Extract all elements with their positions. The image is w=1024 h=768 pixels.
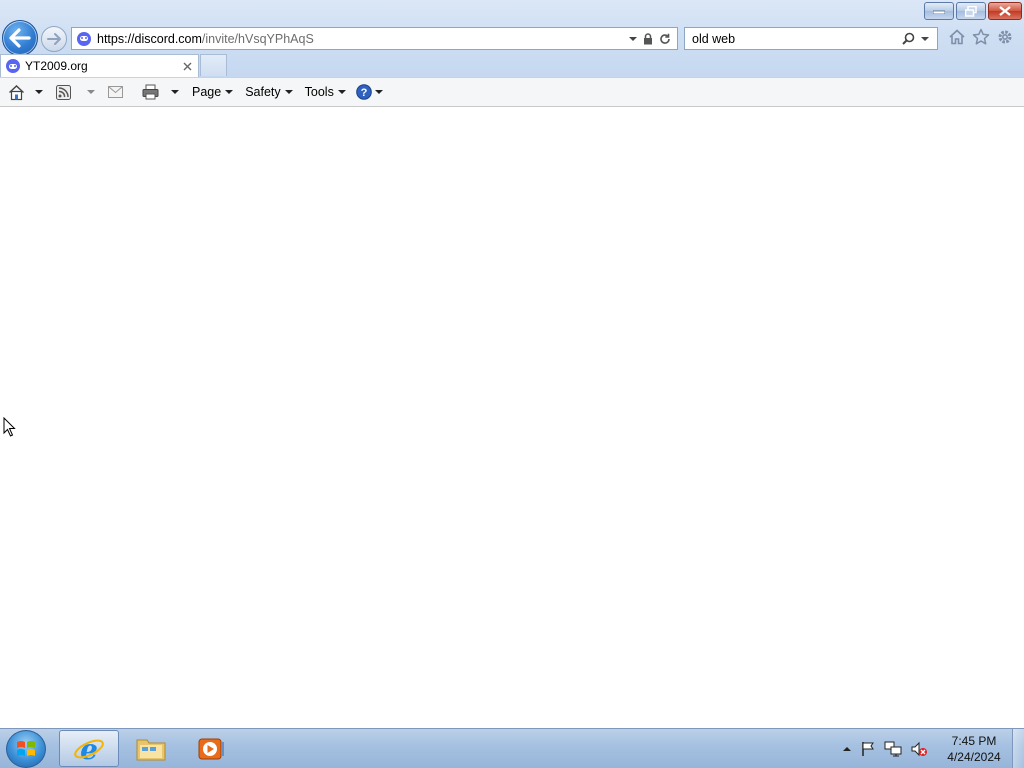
safety-menu[interactable]: Safety [245, 81, 293, 103]
network-icon[interactable] [884, 741, 902, 757]
restore-icon [965, 5, 977, 17]
print-dropdown-icon[interactable] [171, 90, 179, 94]
page-menu-label: Page [192, 85, 222, 99]
system-tray [842, 729, 928, 768]
action-center-flag-icon[interactable] [860, 741, 876, 757]
taskbar-internet-explorer[interactable]: e [59, 730, 119, 767]
feeds-dropdown-icon[interactable] [87, 90, 95, 94]
search-input[interactable] [692, 31, 902, 46]
back-button[interactable] [2, 20, 38, 56]
page-dropdown-icon [225, 90, 234, 94]
start-button[interactable] [6, 730, 46, 768]
search-box[interactable] [684, 27, 938, 50]
window-caption-buttons [924, 2, 1022, 20]
browser-chrome: https://discord.com/invite/hVsqYPhAqS ol… [0, 0, 1024, 77]
svg-text:e: e [80, 734, 98, 764]
home-command[interactable] [8, 81, 43, 103]
minimize-button[interactable] [924, 2, 954, 20]
taskbar-media-player[interactable] [181, 730, 241, 767]
close-window-button[interactable] [988, 2, 1022, 20]
favorites-star-icon[interactable] [972, 28, 990, 46]
close-icon [999, 6, 1011, 16]
discord-site-icon [77, 31, 91, 46]
help-dropdown-icon [374, 90, 383, 94]
address-host: https://discord.com [97, 31, 202, 46]
taskbar: e 7:45 PM 4/24/2024 [0, 728, 1024, 768]
read-mail-command[interactable] [108, 81, 123, 103]
media-player-icon [198, 738, 224, 759]
rss-feed-icon [56, 84, 71, 100]
settings-gear-icon[interactable] [996, 28, 1014, 46]
home-icon[interactable] [948, 28, 966, 46]
safety-menu-label: Safety [245, 85, 281, 99]
restore-button[interactable] [956, 2, 986, 20]
help-icon: ? [356, 84, 372, 100]
show-hidden-icons-icon[interactable] [842, 744, 852, 754]
address-url[interactable]: https://discord.com/invite/hVsqYPhAqS [97, 32, 629, 46]
feeds-command[interactable] [56, 81, 95, 103]
tab-title: YT2009.org [25, 59, 88, 73]
svg-text:?: ? [360, 87, 367, 99]
forward-button[interactable] [41, 26, 67, 52]
home-dropdown-icon[interactable] [35, 90, 43, 94]
internet-explorer-icon: e [74, 734, 104, 764]
page-menu[interactable]: Page [192, 81, 234, 103]
address-dropdown-icon[interactable] [629, 36, 637, 41]
printer-icon [142, 84, 159, 100]
mail-icon [108, 86, 123, 98]
back-arrow-icon [9, 28, 31, 48]
windows-logo-icon [17, 741, 35, 756]
new-tab-button[interactable] [200, 54, 227, 76]
safety-dropdown-icon [284, 90, 293, 94]
address-path: /invite/hVsqYPhAqS [201, 31, 314, 46]
taskbar-clock[interactable]: 7:45 PM 4/24/2024 [940, 733, 1008, 765]
tab-discord-icon [6, 59, 20, 73]
show-desktop-button[interactable] [1012, 729, 1024, 768]
folder-icon [136, 739, 166, 760]
mouse-cursor-icon [3, 417, 16, 437]
search-dropdown-icon[interactable] [921, 36, 929, 41]
close-tab-icon [183, 62, 191, 70]
taskbar-file-explorer[interactable] [121, 730, 181, 767]
forward-arrow-icon [47, 33, 61, 45]
address-bar[interactable]: https://discord.com/invite/hVsqYPhAqS [71, 27, 678, 50]
help-menu[interactable]: ? [356, 81, 383, 103]
page-content[interactable] [0, 107, 1024, 728]
tools-menu[interactable]: Tools [305, 81, 346, 103]
clock-date: 4/24/2024 [947, 750, 1001, 764]
tab-yt2009[interactable]: YT2009.org [0, 54, 199, 77]
browser-right-icons [948, 28, 1014, 46]
print-command[interactable] [142, 81, 179, 103]
search-icon[interactable] [902, 32, 915, 45]
tools-dropdown-icon [337, 90, 346, 94]
tools-menu-label: Tools [304, 85, 334, 99]
lock-icon[interactable] [643, 32, 653, 45]
tab-close-button[interactable] [180, 59, 194, 73]
volume-muted-icon[interactable] [910, 741, 928, 757]
command-bar: Page Safety Tools ? [0, 77, 1024, 107]
minimize-icon [933, 10, 945, 14]
home-icon [9, 84, 24, 100]
clock-time: 7:45 PM [951, 734, 997, 748]
refresh-icon[interactable] [659, 33, 671, 45]
